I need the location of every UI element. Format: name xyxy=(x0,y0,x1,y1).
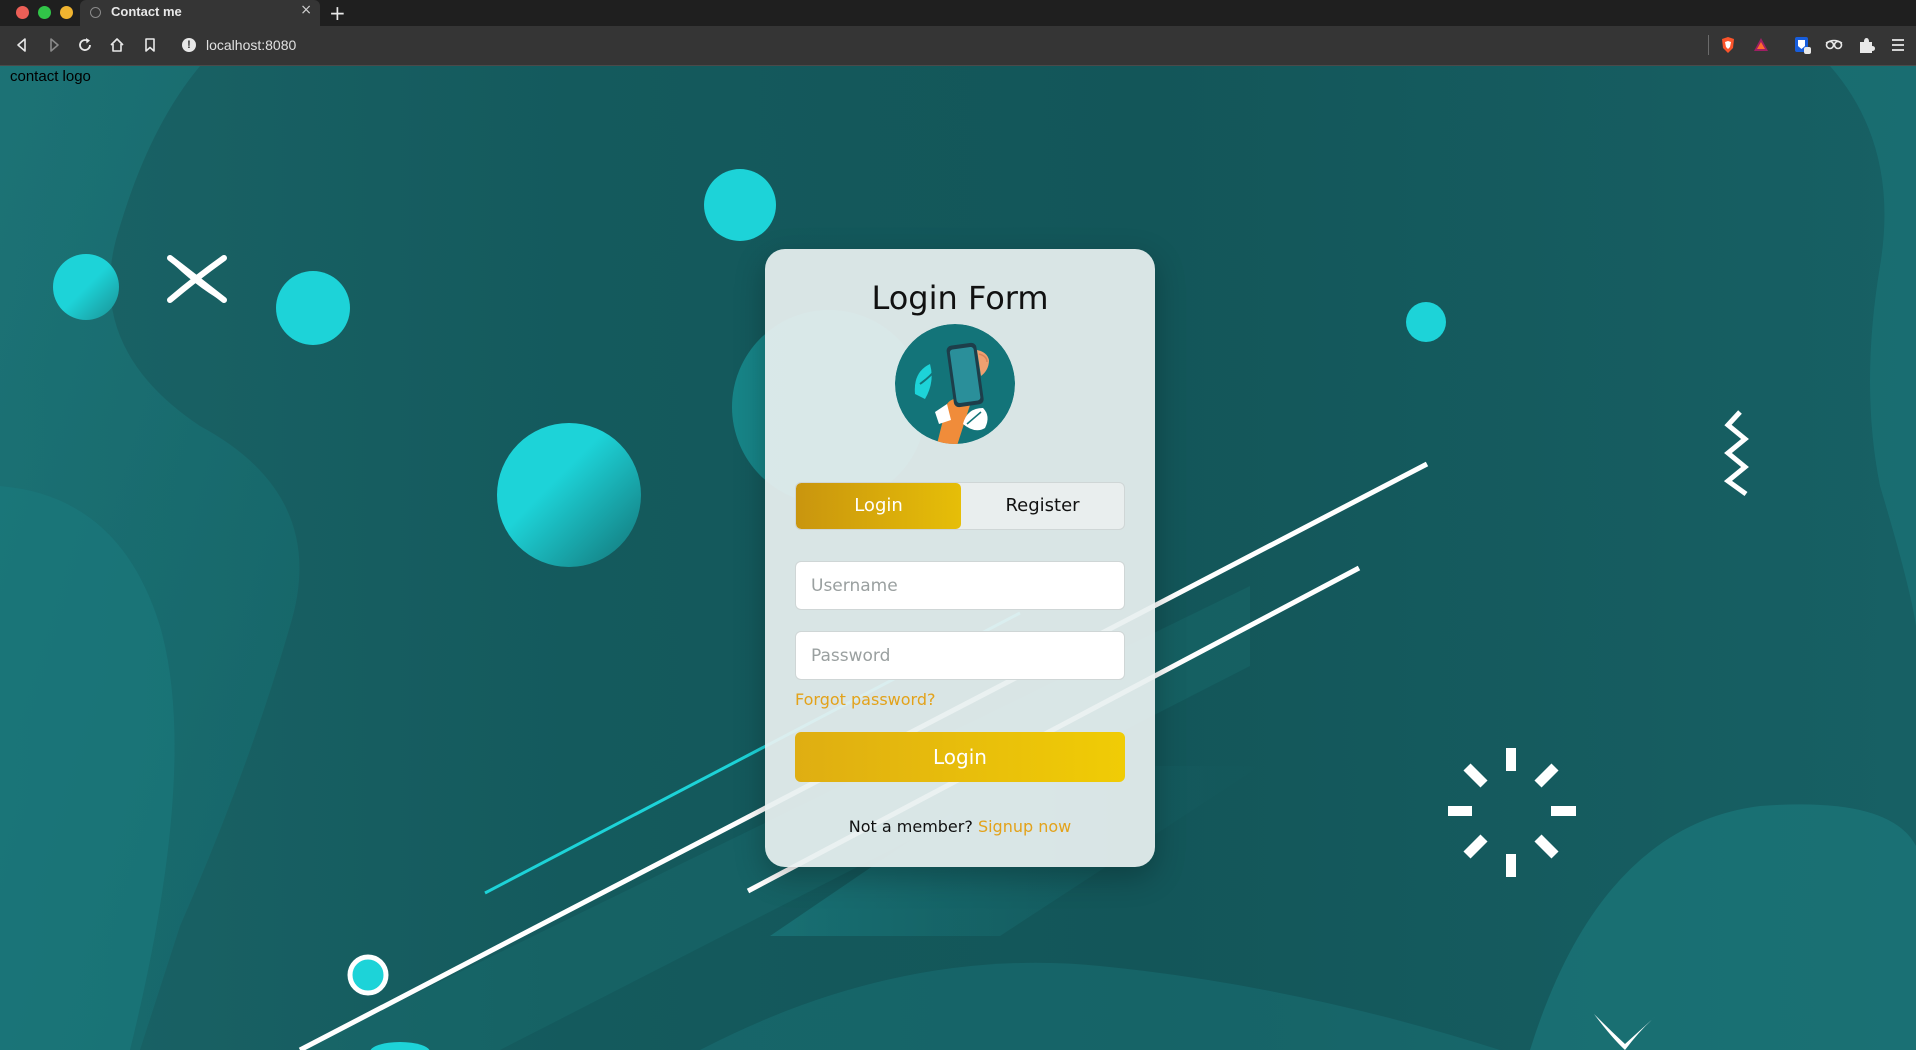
password-input[interactable] xyxy=(795,631,1125,680)
forward-icon[interactable] xyxy=(43,34,65,56)
url-bar[interactable]: localhost:8080 xyxy=(206,37,296,53)
signup-link[interactable]: Signup now xyxy=(978,817,1071,836)
sunburst-shape xyxy=(1448,748,1576,877)
login-register-toggle: Login Register xyxy=(795,482,1125,530)
bookmark-icon[interactable] xyxy=(139,34,161,56)
back-icon[interactable] xyxy=(11,34,33,56)
browser-tab[interactable]: Contact me × xyxy=(80,0,320,26)
new-tab-button[interactable]: + xyxy=(329,0,346,26)
login-submit-button[interactable]: Login xyxy=(795,732,1125,782)
tab-title: Contact me xyxy=(111,4,182,19)
menu-icon[interactable] xyxy=(1888,35,1908,55)
globe-icon xyxy=(90,7,101,18)
tab-register[interactable]: Register xyxy=(961,483,1124,529)
tab-close-button[interactable]: × xyxy=(300,2,312,18)
login-card: Login Form Login Register Username Forgo… xyxy=(765,249,1155,867)
signup-row: Not a member? Signup now xyxy=(765,817,1155,836)
brave-rewards-icon[interactable] xyxy=(1751,35,1771,55)
tab-login[interactable]: Login xyxy=(796,483,961,529)
maximize-window-button[interactable] xyxy=(38,6,51,19)
bitwarden-icon[interactable] xyxy=(1792,35,1812,55)
brave-shield-icon[interactable] xyxy=(1718,35,1738,55)
username-input[interactable] xyxy=(795,561,1125,610)
toolbar-divider xyxy=(1708,35,1709,55)
browser-toolbar: ! localhost:8080 xyxy=(0,26,1916,66)
minimize-window-button[interactable] xyxy=(60,6,73,19)
site-info-icon[interactable]: ! xyxy=(182,38,196,52)
extensions-icon[interactable] xyxy=(1856,35,1876,55)
phone-hand-avatar xyxy=(895,324,1015,444)
logo-image-alt: contact logo xyxy=(10,68,91,85)
signup-prompt: Not a member? xyxy=(848,817,973,836)
privacy-icon[interactable] xyxy=(1824,35,1844,55)
home-icon[interactable] xyxy=(106,34,128,56)
forgot-password-link[interactable]: Forgot password? xyxy=(795,690,935,709)
tab-bar: Contact me × + xyxy=(0,0,1916,26)
page-background: contact logo Login Form Login Register U… xyxy=(0,66,1916,1050)
form-title: Login Form xyxy=(871,279,1049,317)
reload-icon[interactable] xyxy=(74,34,96,56)
close-window-button[interactable] xyxy=(16,6,29,19)
